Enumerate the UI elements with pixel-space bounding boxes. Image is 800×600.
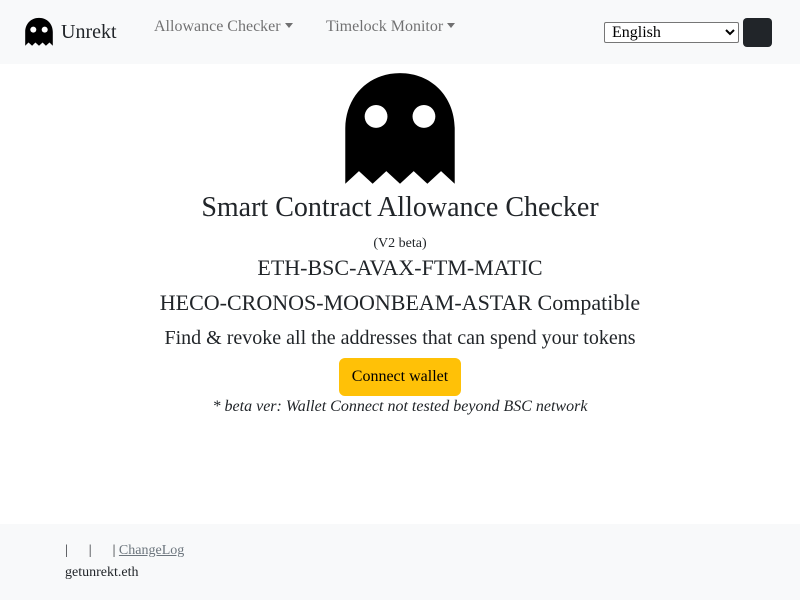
footer-separators: | | | <box>65 543 116 558</box>
changelog-link[interactable]: ChangeLog <box>119 543 184 558</box>
brand-link[interactable]: Unrekt <box>24 16 117 48</box>
brand-name: Unrekt <box>61 21 117 43</box>
top-navbar: Unrekt Allowance Checker Timelock Monito… <box>0 0 800 64</box>
version-label: (V2 beta) <box>373 236 427 251</box>
ghost-icon <box>345 73 455 184</box>
tagline: Find & revoke all the addresses that can… <box>164 327 636 349</box>
ens-name: getunrekt.eth <box>65 565 139 580</box>
page-title: Smart Contract Allowance Checker <box>201 192 599 223</box>
timelock-monitor-menu[interactable]: Timelock Monitor <box>326 17 456 37</box>
language-select[interactable]: English <box>604 22 739 43</box>
connect-wallet-button[interactable]: Connect wallet <box>339 358 461 396</box>
footer-links: | | | ChangeLog <box>65 542 184 560</box>
ghost-icon <box>24 17 54 47</box>
menu-label: Allowance Checker <box>154 18 281 35</box>
hero-ghost-logo <box>343 72 457 186</box>
supported-chains-line-2: HECO-CRONOS-MOONBEAM-ASTAR Compatible <box>159 290 641 315</box>
allowance-checker-menu[interactable]: Allowance Checker <box>154 17 293 37</box>
menu-label: Timelock Monitor <box>326 18 444 35</box>
chevron-down-icon <box>447 22 456 28</box>
chevron-down-icon <box>284 22 293 28</box>
theme-toggle-button[interactable] <box>743 18 772 47</box>
supported-chains-line-1: ETH-BSC-AVAX-FTM-MATIC <box>257 255 543 280</box>
footer: | | | ChangeLog getunrekt.eth <box>0 524 800 600</box>
beta-note: * beta ver: Wallet Connect not tested be… <box>212 398 588 415</box>
